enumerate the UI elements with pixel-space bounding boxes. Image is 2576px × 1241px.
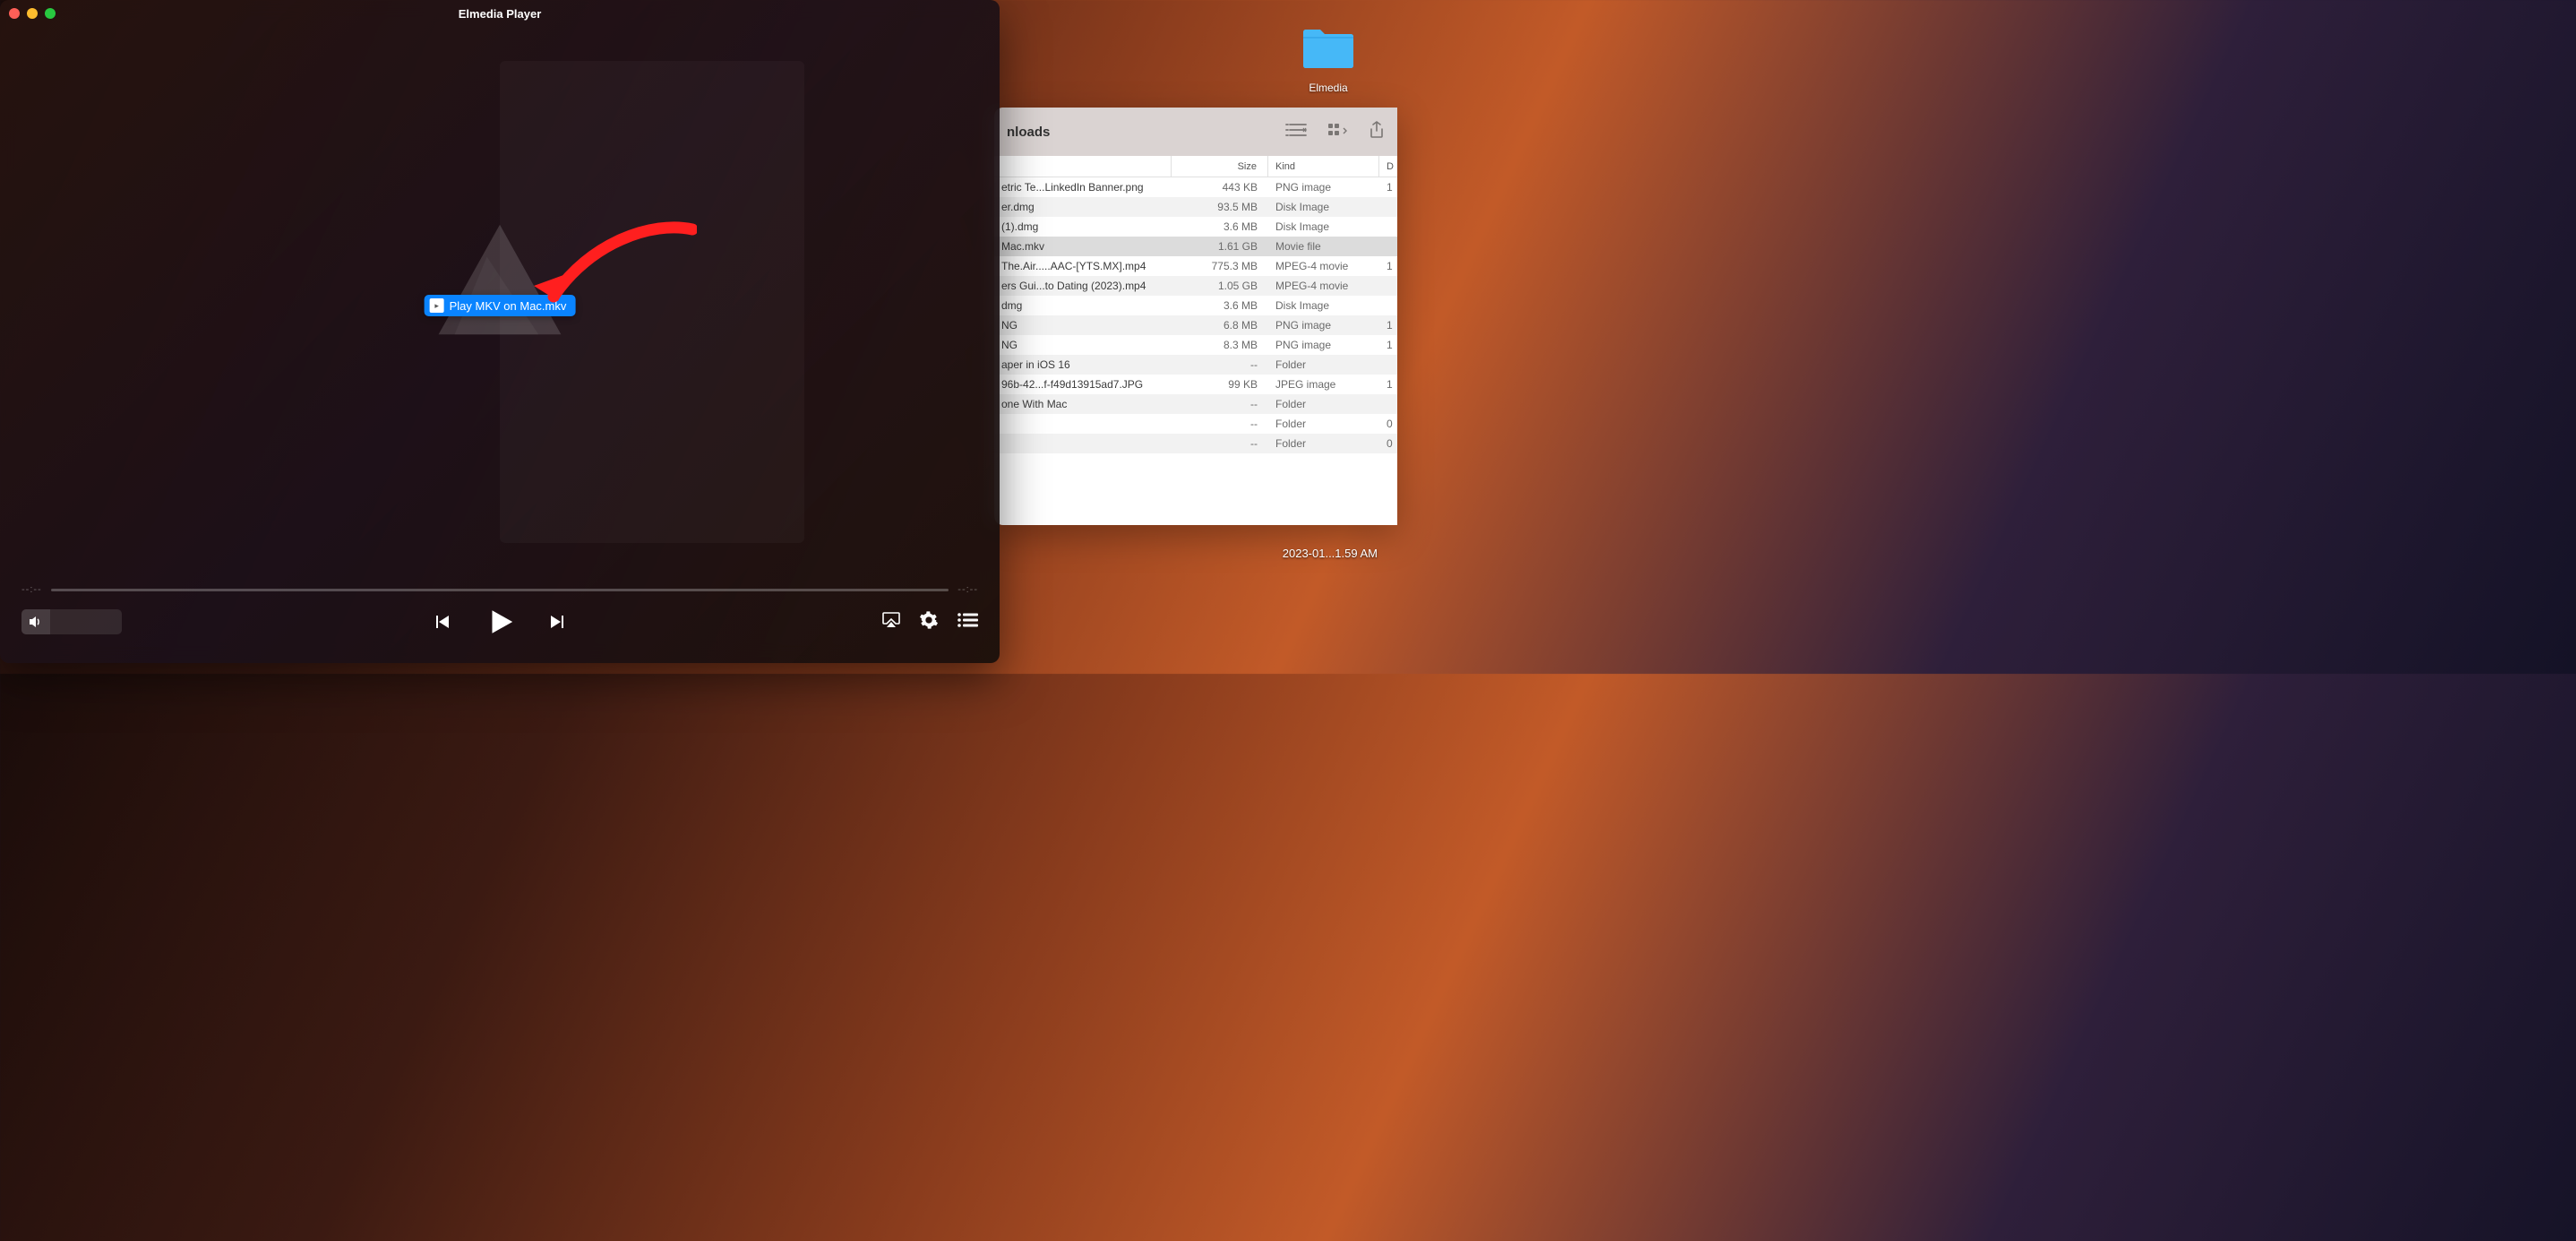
finder-file-list[interactable]: etric Te...LinkedIn Banner.png443 KBPNG … [994,177,1397,525]
player-titlebar[interactable]: Elmedia Player [0,0,1000,27]
mute-button[interactable] [21,609,50,634]
desktop-folder[interactable]: Elmedia [1288,25,1369,94]
table-row[interactable]: Mac.mkv1.61 GBMovie file [994,237,1397,256]
player-viewport[interactable]: ▸ Play MKV on Mac.mkv [0,27,1000,584]
playlist-button[interactable] [957,612,978,633]
volume-control[interactable] [21,609,122,634]
screenshot-timestamp: 2023-01...1.59 AM [1283,547,1378,560]
finder-col-date[interactable]: D [1387,161,1394,172]
finder-title: nloads [1007,125,1050,140]
previous-button[interactable] [431,611,452,633]
table-row[interactable]: (1).dmg3.6 MBDisk Image [994,217,1397,237]
table-row[interactable]: one With Mac--Folder [994,394,1397,414]
desktop-folder-label: Elmedia [1288,82,1369,94]
close-button[interactable] [9,8,20,19]
table-row[interactable]: dmg3.6 MBDisk Image [994,296,1397,315]
drag-file-name: Play MKV on Mac.mkv [450,299,567,313]
file-icon: ▸ [430,298,444,313]
group-icon[interactable] [1327,122,1349,142]
table-row[interactable]: 96b-42...f-f49d13915ad7.JPG99 KBJPEG ima… [994,375,1397,394]
finder-window[interactable]: nloads Size Kind D etric Te...LinkedIn B… [994,108,1397,525]
table-row[interactable]: The.Air.....AAC-[YTS.MX].mp4775.3 MBMPEG… [994,256,1397,276]
elmedia-logo-icon [419,208,580,374]
finder-col-size[interactable]: Size [1238,161,1257,172]
table-row[interactable]: --Folder0 [994,434,1397,453]
time-elapsed: --:-- [21,584,42,595]
table-row[interactable]: ers Gui...to Dating (2023).mp41.05 GBMPE… [994,276,1397,296]
next-button[interactable] [547,611,569,633]
progress-slider[interactable] [51,589,949,591]
table-row[interactable]: NG8.3 MBPNG image1 [994,335,1397,355]
finder-column-headers[interactable]: Size Kind D [994,156,1397,177]
player-window[interactable]: Elmedia Player ▸ Play MKV on Mac.mkv --:… [0,0,1000,663]
list-view-icon[interactable] [1284,122,1308,142]
play-button[interactable] [485,607,515,637]
player-title: Elmedia Player [0,7,1000,21]
player-controls: --:-- --:-- [0,584,1000,663]
table-row[interactable]: aper in iOS 16--Folder [994,355,1397,375]
table-row[interactable]: --Folder0 [994,414,1397,434]
share-icon[interactable] [1369,121,1385,143]
finder-toolbar: nloads [994,108,1397,156]
table-row[interactable]: NG6.8 MBPNG image1 [994,315,1397,335]
volume-slider[interactable] [50,609,122,634]
table-row[interactable]: er.dmg93.5 MBDisk Image [994,197,1397,217]
minimize-button[interactable] [27,8,38,19]
airplay-button[interactable] [881,611,901,633]
drag-file-chip: ▸ Play MKV on Mac.mkv [425,295,576,316]
fullscreen-button[interactable] [45,8,56,19]
finder-col-kind[interactable]: Kind [1275,161,1295,172]
table-row[interactable]: etric Te...LinkedIn Banner.png443 KBPNG … [994,177,1397,197]
settings-button[interactable] [919,610,939,634]
folder-icon [1300,25,1357,72]
time-remaining: --:-- [957,584,978,595]
